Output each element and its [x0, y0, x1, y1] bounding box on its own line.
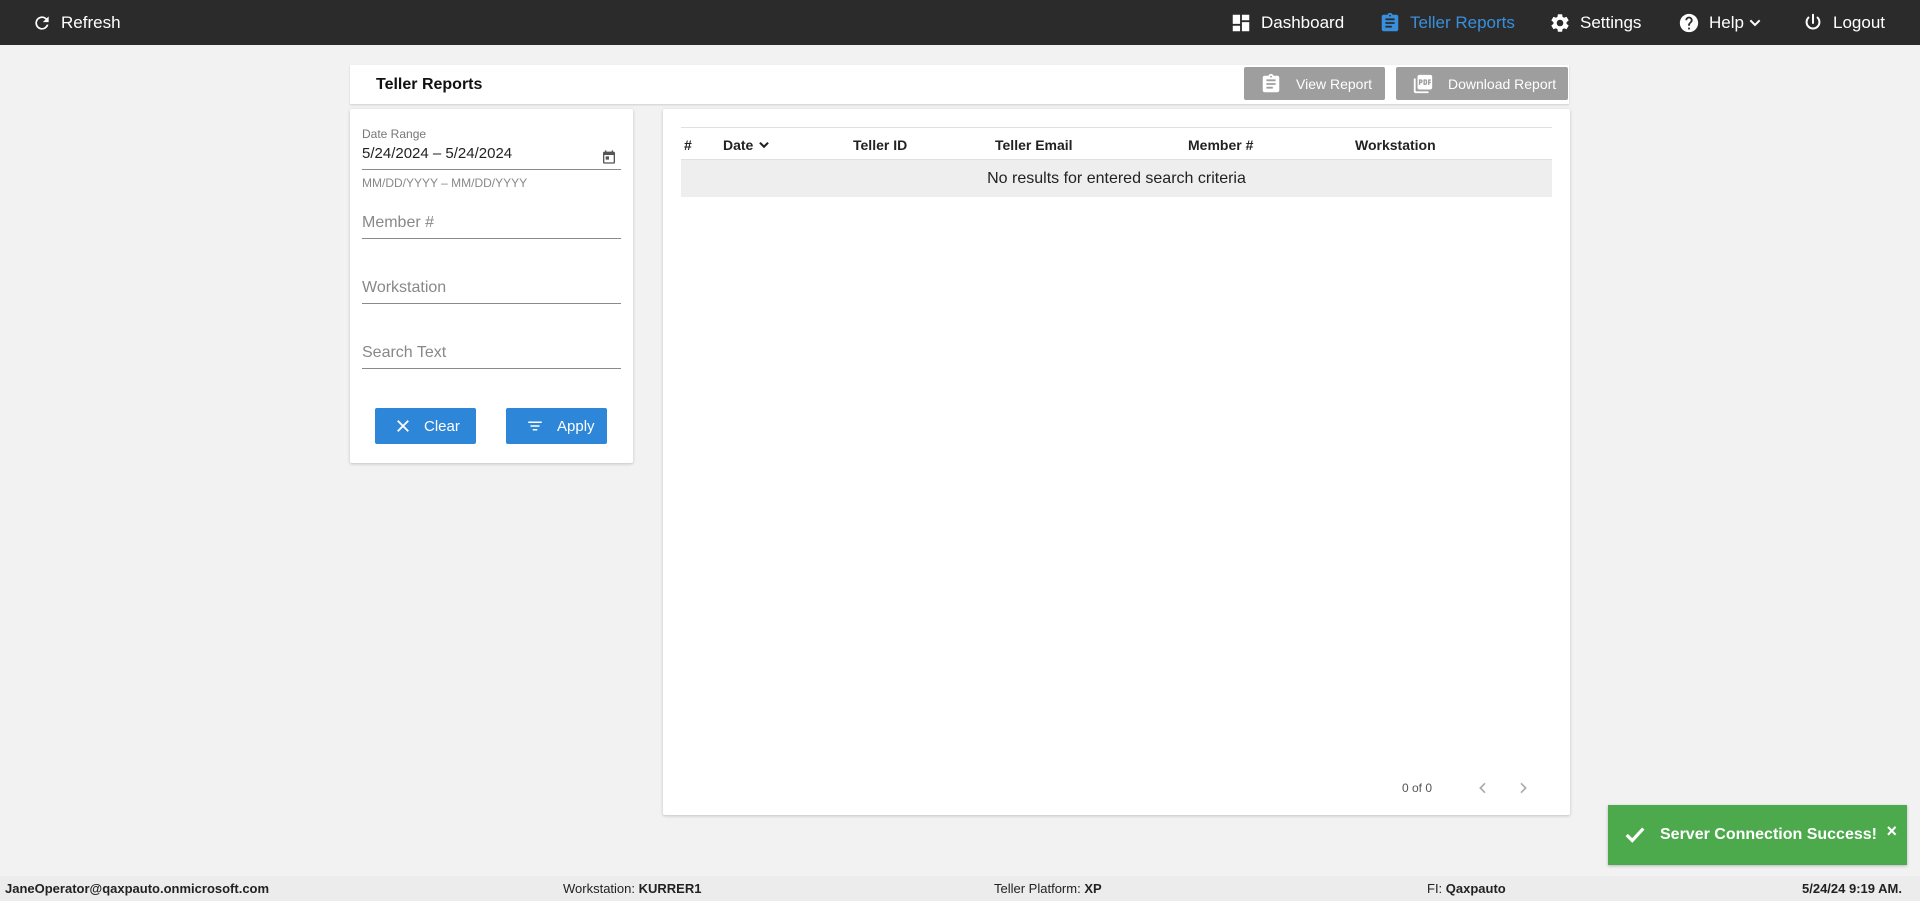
results-panel: # Date Teller ID Teller Email Member # W…	[663, 109, 1570, 815]
status-workstation: Workstation: KURRER1	[563, 881, 701, 896]
nav-help-label: Help	[1709, 12, 1744, 32]
nav-dashboard[interactable]: Dashboard	[1230, 0, 1344, 45]
member-number-placeholder: Member #	[362, 214, 435, 231]
date-range-field[interactable]: Date Range 5/24/2024 – 5/24/2024	[362, 127, 621, 173]
status-fi-label: FI:	[1427, 881, 1446, 896]
nav-help[interactable]: Help	[1678, 0, 1763, 45]
column-header-workstation[interactable]: Workstation	[1355, 137, 1436, 153]
status-datetime: 5/24/24 9:19 AM.	[1802, 881, 1902, 896]
close-icon	[397, 420, 409, 432]
search-text-input[interactable]: Search Text	[362, 341, 621, 377]
clear-button[interactable]: Clear	[375, 408, 476, 444]
member-number-input[interactable]: Member #	[362, 211, 621, 247]
clipboard-icon	[1381, 12, 1399, 31]
toast-close-button[interactable]: ×	[1886, 821, 1897, 842]
column-header-date[interactable]: Date	[723, 137, 771, 153]
empty-results-row: No results for entered search criteria	[681, 160, 1552, 197]
pdf-icon	[1413, 74, 1433, 93]
nav-teller-reports-label: Teller Reports	[1410, 12, 1515, 32]
page-header: Teller Reports View Report Download Repo…	[350, 65, 1569, 104]
status-fi-value: Qaxpauto	[1445, 881, 1506, 896]
nav-teller-reports[interactable]: Teller Reports	[1379, 0, 1515, 45]
status-platform: Teller Platform: XP	[994, 881, 1102, 896]
status-user: JaneOperator@qaxpauto.onmicrosoft.com	[5, 881, 270, 896]
date-range-underline	[362, 169, 621, 170]
refresh-label: Refresh	[61, 12, 121, 32]
date-format-hint: MM/DD/YYYY – MM/DD/YYYY	[362, 176, 528, 190]
refresh-icon	[35, 15, 49, 30]
member-number-underline	[362, 238, 621, 239]
nav-settings-label: Settings	[1580, 12, 1642, 32]
column-header-teller-id[interactable]: Teller ID	[853, 137, 907, 153]
previous-page-button[interactable]	[1471, 776, 1495, 800]
filter-icon	[528, 421, 542, 431]
workstation-underline	[362, 303, 621, 304]
power-icon	[1805, 13, 1821, 29]
column-header-teller-id-label: Teller ID	[853, 137, 908, 153]
page-title: Teller Reports	[376, 76, 483, 93]
clipboard-icon	[1262, 73, 1280, 92]
nav-logout[interactable]: Logout	[1802, 0, 1885, 45]
apply-label: Apply	[557, 417, 595, 435]
column-header-workstation-label: Workstation	[1355, 137, 1436, 153]
next-page-button[interactable]	[1511, 776, 1535, 800]
chevron-right-icon	[1520, 782, 1527, 794]
toast-message: Server Connection Success!	[1660, 826, 1877, 843]
date-range-value[interactable]: 5/24/2024 – 5/24/2024	[362, 145, 621, 162]
sort-down-icon	[759, 141, 770, 149]
column-header-teller-email-label: Teller Email	[995, 137, 1073, 153]
dashboard-icon	[1232, 14, 1250, 31]
workstation-input[interactable]: Workstation	[362, 276, 621, 312]
clear-label: Clear	[424, 417, 460, 435]
gear-icon	[1551, 13, 1569, 32]
view-report-label: View Report	[1296, 75, 1373, 92]
success-toast: Server Connection Success! ×	[1608, 805, 1907, 865]
view-report-button[interactable]: View Report	[1244, 67, 1385, 100]
status-bar: JaneOperator@qaxpauto.onmicrosoft.com Wo…	[0, 876, 1920, 901]
calendar-icon[interactable]	[601, 149, 617, 165]
chevron-down-icon	[1749, 19, 1761, 26]
status-workstation-value: KURRER1	[638, 881, 702, 896]
table-header: # Date Teller ID Teller Email Member # W…	[681, 127, 1552, 160]
checkmark-icon	[1625, 827, 1645, 843]
download-report-label: Download Report	[1448, 75, 1557, 92]
column-header-date-label: Date	[723, 137, 754, 153]
chevron-left-icon	[1479, 782, 1486, 794]
column-header-teller-email[interactable]: Teller Email	[995, 137, 1073, 153]
search-text-underline	[362, 368, 621, 369]
status-platform-label: Teller Platform:	[994, 881, 1085, 896]
nav-settings[interactable]: Settings	[1549, 0, 1641, 45]
filter-panel: Date Range 5/24/2024 – 5/24/2024 MM/DD/Y…	[350, 109, 633, 463]
download-report-button[interactable]: Download Report	[1396, 67, 1568, 100]
column-header-number[interactable]: #	[684, 137, 692, 153]
column-header-member-number[interactable]: Member #	[1188, 137, 1253, 153]
nav-logout-label: Logout	[1833, 12, 1885, 32]
results-table: # Date Teller ID Teller Email Member # W…	[681, 127, 1552, 197]
status-workstation-label: Workstation:	[563, 881, 639, 896]
column-header-number-label: #	[684, 137, 692, 153]
refresh-button[interactable]: Refresh	[32, 0, 121, 45]
column-header-member-number-label: Member #	[1188, 137, 1254, 153]
nav-dashboard-label: Dashboard	[1261, 12, 1345, 32]
search-text-placeholder: Search Text	[362, 344, 447, 361]
apply-button[interactable]: Apply	[506, 408, 607, 444]
workstation-placeholder: Workstation	[362, 279, 447, 296]
status-fi: FI: Qaxpauto	[1427, 881, 1506, 896]
status-platform-value: XP	[1084, 881, 1102, 896]
top-nav-bar: Refresh Dashboard Teller Reports Setting…	[0, 0, 1920, 45]
date-range-label: Date Range	[362, 127, 427, 141]
help-icon	[1679, 13, 1699, 32]
pager-count: 0 of 0	[1402, 781, 1433, 795]
